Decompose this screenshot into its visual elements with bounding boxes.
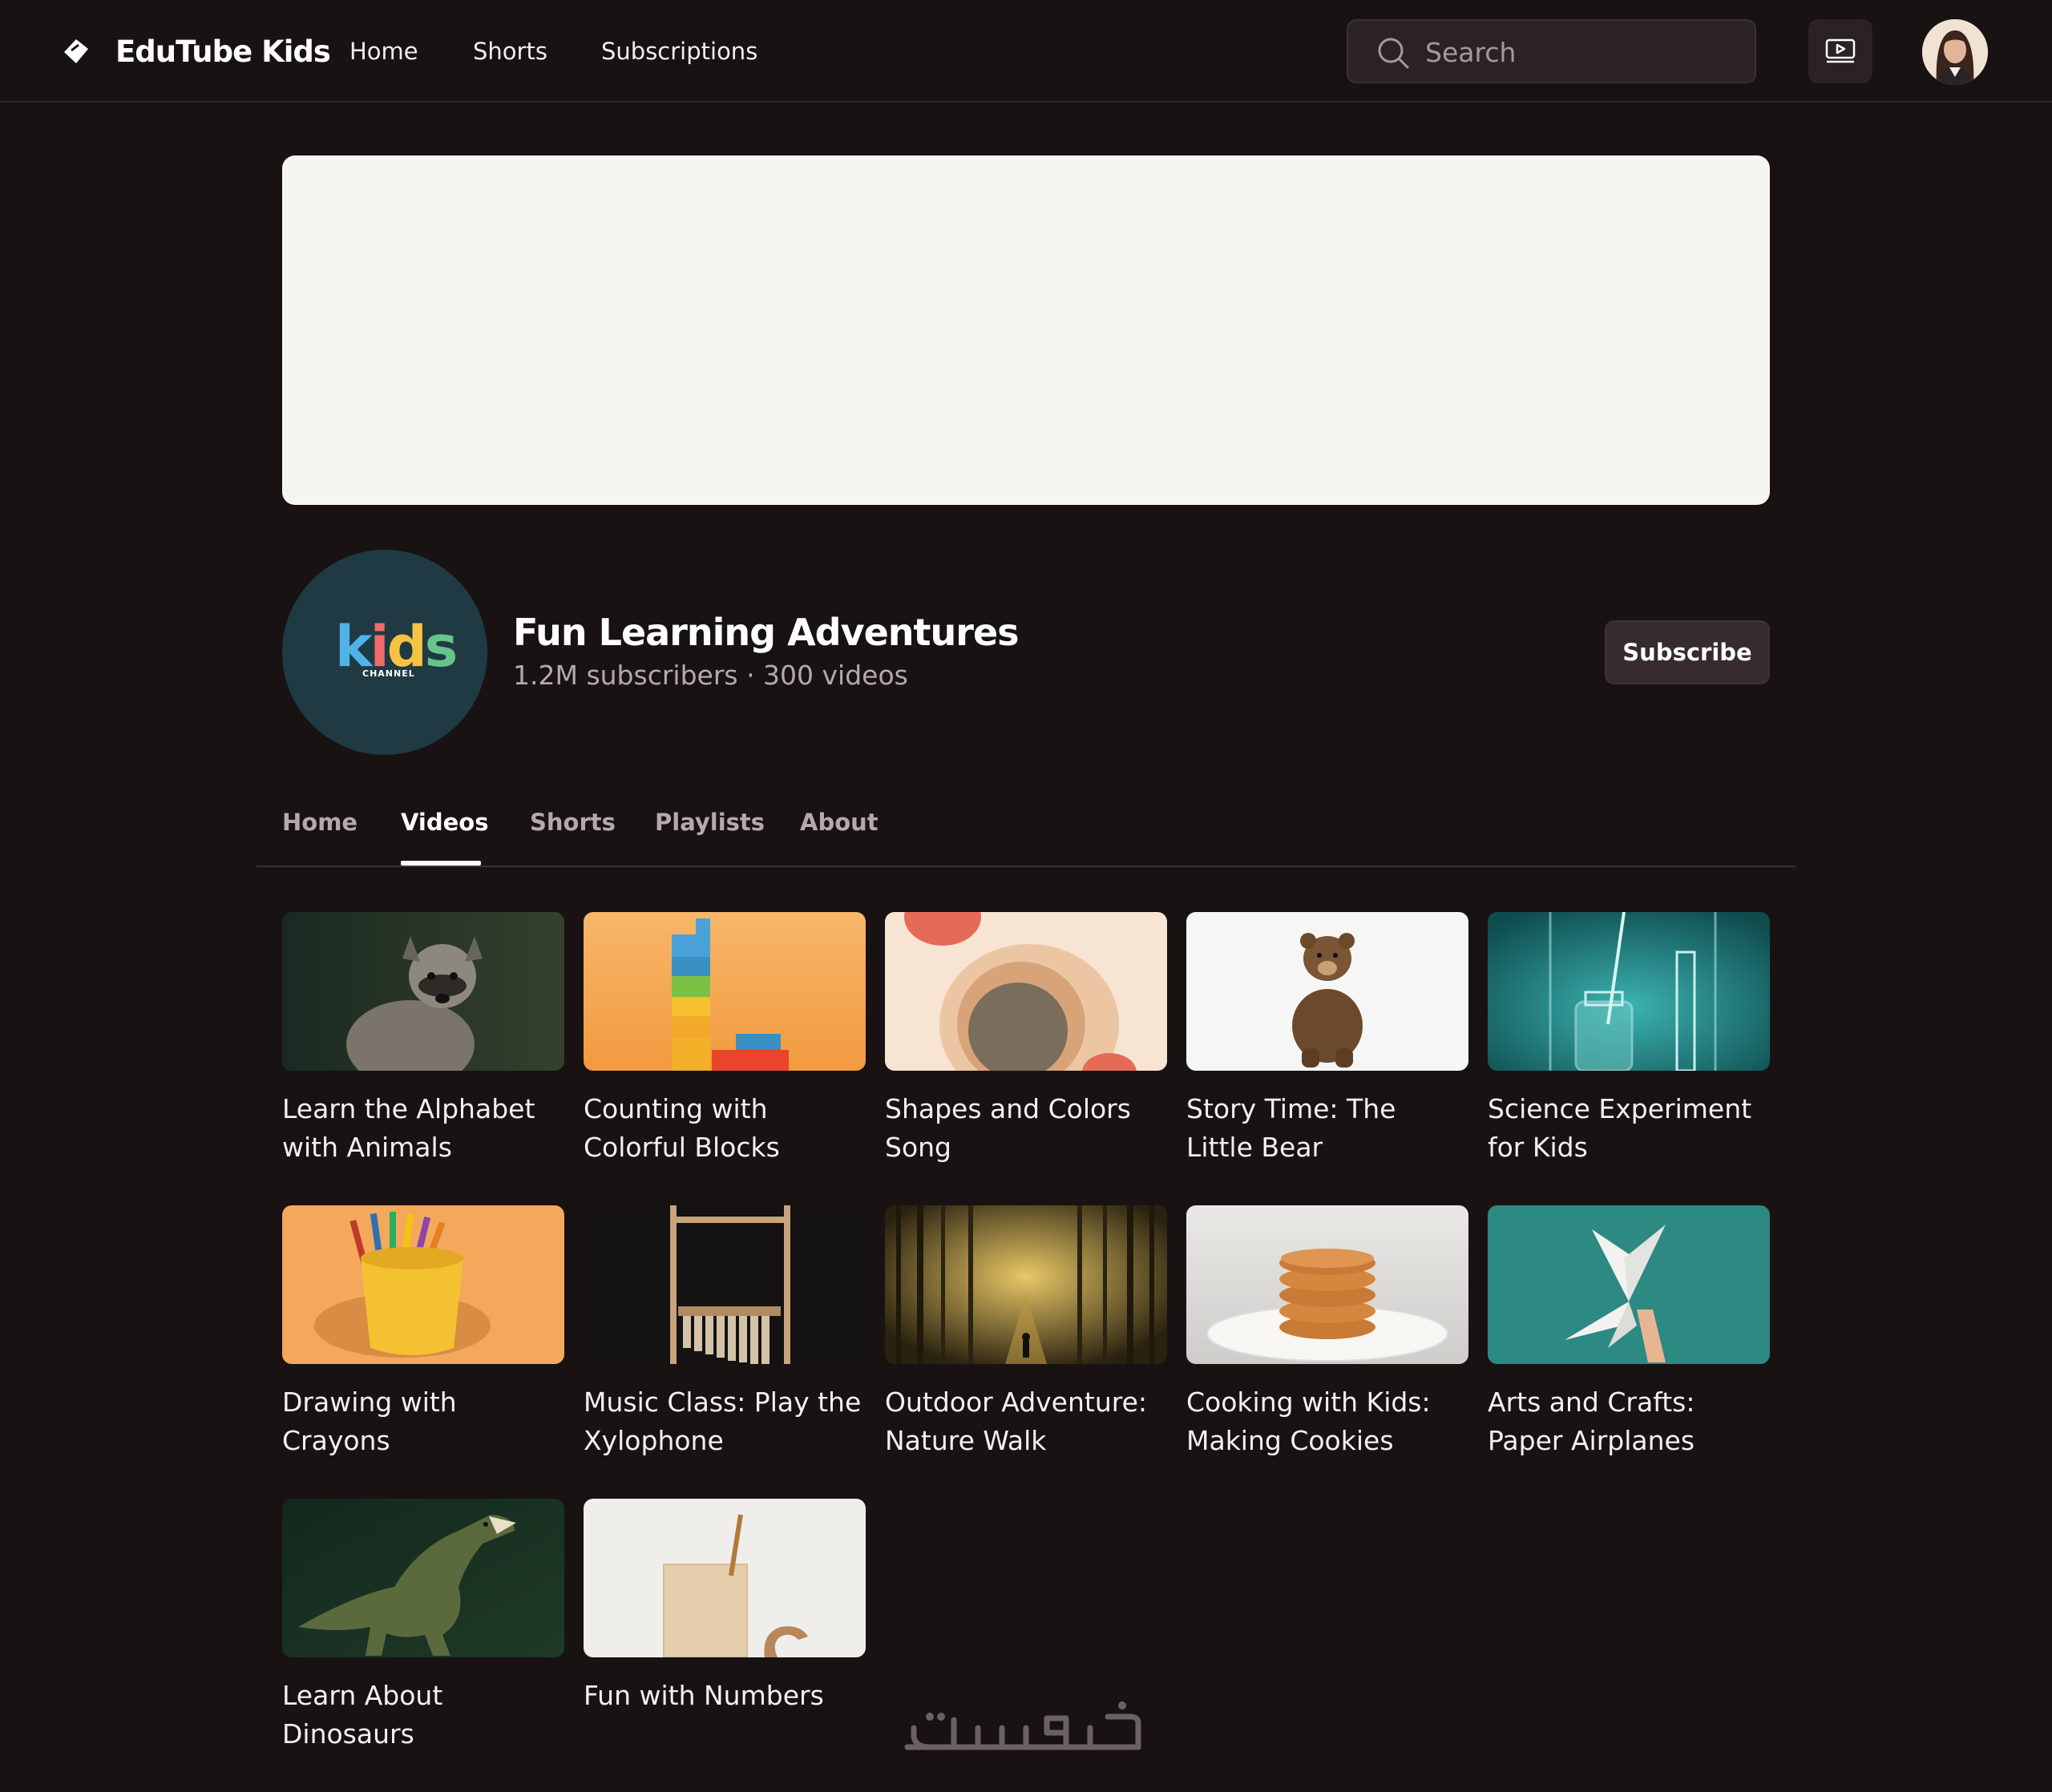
video-title[interactable]: Science Experiment for Kids xyxy=(1488,1090,1770,1167)
video-screen-icon xyxy=(1825,38,1856,63)
search-placeholder: Search xyxy=(1425,37,1517,68)
video-title[interactable]: Fun with Numbers xyxy=(584,1677,866,1715)
nav-subscriptions-link[interactable]: Subscriptions xyxy=(601,35,757,67)
tab-videos[interactable]: Videos xyxy=(401,806,489,838)
raccoon-dog-thumbnail[interactable] xyxy=(282,912,564,1071)
abstract-shapes-thumbnail[interactable] xyxy=(885,912,1167,1071)
video-title[interactable]: Story Time: The Little Bear xyxy=(1186,1090,1468,1167)
channel-tabs: Home Videos Shorts Playlists About xyxy=(256,801,1796,867)
channel-stats: 1.2M subscribers · 300 videos xyxy=(513,660,908,691)
channel-logo-subtext: CHANNEL xyxy=(362,668,415,679)
video-title[interactable]: Shapes and Colors Song xyxy=(885,1090,1167,1167)
forest-path-thumbnail[interactable] xyxy=(885,1205,1167,1364)
crayon-cup-thumbnail[interactable] xyxy=(282,1205,564,1364)
nav-shorts-link[interactable]: Shorts xyxy=(473,35,547,67)
video-title[interactable]: Learn the Alphabet with Animals xyxy=(282,1090,564,1167)
search-input[interactable]: Search xyxy=(1347,19,1756,83)
active-tab-indicator xyxy=(401,861,481,866)
channel-logo-word: kids xyxy=(335,614,458,680)
paper-airplane-thumbnail[interactable] xyxy=(1488,1205,1770,1364)
lab-glassware-thumbnail[interactable] xyxy=(1488,912,1770,1071)
nav-home-link[interactable]: Home xyxy=(349,35,418,67)
video-card[interactable]: Arts and Crafts: Paper Airplanes xyxy=(1488,1205,1770,1460)
channel-avatar[interactable]: kids CHANNEL xyxy=(282,550,487,755)
video-card[interactable]: Counting with Colorful Blocks xyxy=(584,912,866,1167)
tab-shorts[interactable]: Shorts xyxy=(530,806,616,838)
tab-playlists[interactable]: Playlists xyxy=(655,806,765,838)
tab-about[interactable]: About xyxy=(800,806,879,838)
stacked-blocks-thumbnail[interactable] xyxy=(584,912,866,1071)
video-title[interactable]: Outdoor Adventure: Nature Walk xyxy=(885,1383,1167,1460)
channel-name: Fun Learning Adventures xyxy=(513,611,1020,654)
create-video-button[interactable] xyxy=(1808,19,1872,83)
app-name[interactable]: EduTube Kids xyxy=(115,32,331,72)
dinosaur-thumbnail[interactable] xyxy=(282,1499,564,1657)
video-card[interactable]: Cooking with Kids: Making Cookies xyxy=(1186,1205,1468,1460)
top-navigation-bar: EduTube Kids Home Shorts Subscriptions S… xyxy=(0,0,2052,103)
number-cup-thumbnail[interactable] xyxy=(584,1499,866,1657)
xylophone-thumbnail[interactable] xyxy=(584,1205,866,1364)
khamsat-watermark-logo xyxy=(904,1701,1141,1750)
video-title[interactable]: Counting with Colorful Blocks xyxy=(584,1090,866,1167)
video-title[interactable]: Drawing with Crayons xyxy=(282,1383,564,1460)
search-icon xyxy=(1378,38,1409,69)
video-title[interactable]: Music Class: Play the Xylophone xyxy=(584,1383,866,1460)
video-card[interactable]: Shapes and Colors Song xyxy=(885,912,1167,1167)
subscribe-button[interactable]: Subscribe xyxy=(1605,620,1770,684)
channel-banner xyxy=(282,155,1770,505)
video-title[interactable]: Arts and Crafts: Paper Airplanes xyxy=(1488,1383,1770,1460)
video-card[interactable]: Learn About Dinosaurs xyxy=(282,1499,564,1754)
video-card[interactable]: Outdoor Adventure: Nature Walk xyxy=(885,1205,1167,1460)
tab-home[interactable]: Home xyxy=(282,806,357,838)
video-card[interactable]: Story Time: The Little Bear xyxy=(1186,912,1468,1167)
bear-thumbnail[interactable] xyxy=(1186,912,1468,1071)
video-card[interactable]: Music Class: Play the Xylophone xyxy=(584,1205,866,1460)
video-card[interactable]: Science Experiment for Kids xyxy=(1488,912,1770,1167)
video-card[interactable]: Learn the Alphabet with Animals xyxy=(282,912,564,1167)
video-card[interactable]: Drawing with Crayons xyxy=(282,1205,564,1460)
video-title[interactable]: Cooking with Kids: Making Cookies xyxy=(1186,1383,1468,1460)
user-avatar[interactable] xyxy=(1922,19,1988,85)
cookie-stack-thumbnail[interactable] xyxy=(1186,1205,1468,1364)
video-title[interactable]: Learn About Dinosaurs xyxy=(282,1677,564,1754)
app-logo-icon[interactable] xyxy=(63,38,90,65)
video-card[interactable]: Fun with Numbers xyxy=(584,1499,866,1715)
